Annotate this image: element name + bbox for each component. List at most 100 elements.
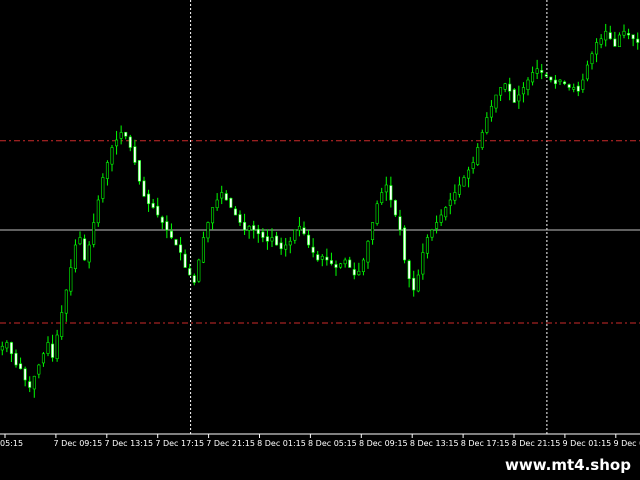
candle-body bbox=[636, 38, 640, 43]
candle-body bbox=[389, 185, 393, 201]
candle-body bbox=[151, 203, 155, 208]
candle-body bbox=[137, 160, 141, 182]
candle-body bbox=[119, 132, 123, 139]
candle-body bbox=[325, 256, 329, 261]
candle-body bbox=[599, 38, 603, 45]
candle-body bbox=[201, 237, 205, 263]
candle-body bbox=[110, 147, 114, 165]
candle-body bbox=[320, 255, 324, 260]
candle-body bbox=[224, 193, 228, 201]
candle-body bbox=[252, 225, 256, 231]
candle-body bbox=[622, 30, 626, 36]
candle-body bbox=[480, 132, 484, 148]
candle-body bbox=[526, 79, 530, 90]
candle-body bbox=[467, 169, 471, 179]
candle-body bbox=[489, 105, 493, 118]
candle-body bbox=[19, 363, 23, 370]
candle-body bbox=[627, 33, 631, 36]
candle-body bbox=[101, 177, 105, 199]
candle-body bbox=[60, 312, 64, 337]
candle-body bbox=[69, 267, 73, 292]
watermark-logo: www.mt4.shop bbox=[496, 450, 640, 480]
candle-body bbox=[499, 87, 503, 96]
candle-body bbox=[14, 353, 18, 366]
price-chart: 05:15 7 Dec 09:15 7 Dec 13:15 7 Dec 17:15 7 … bbox=[0, 0, 640, 448]
candle-body bbox=[544, 74, 548, 77]
candle-body bbox=[261, 231, 265, 238]
candle-body bbox=[494, 94, 498, 109]
candle-body bbox=[508, 83, 512, 92]
candle-body bbox=[512, 89, 516, 103]
candle-body bbox=[393, 200, 397, 216]
candle-body bbox=[425, 237, 429, 254]
candle-body bbox=[384, 184, 388, 193]
candle-body bbox=[183, 253, 187, 268]
x-tick-label: 7 Dec 13:15 bbox=[104, 439, 153, 448]
candle-body bbox=[247, 225, 251, 231]
candle-body bbox=[256, 228, 260, 235]
candle-body bbox=[453, 192, 457, 201]
candle-body bbox=[608, 32, 612, 40]
candle-body bbox=[206, 222, 210, 239]
candle-body bbox=[581, 79, 585, 90]
candle-body bbox=[563, 81, 567, 85]
candle-body bbox=[92, 222, 96, 245]
candle-body bbox=[407, 260, 411, 280]
candle-body bbox=[558, 79, 562, 83]
candle-body bbox=[220, 192, 224, 199]
candle-body bbox=[265, 236, 269, 242]
candle-body bbox=[613, 38, 617, 47]
candle-body bbox=[142, 180, 146, 197]
candle-body bbox=[297, 225, 301, 231]
candle-body bbox=[485, 117, 489, 133]
candle-body bbox=[444, 207, 448, 218]
x-tick-label: 9 Dec 01:15 bbox=[563, 439, 612, 448]
candle-body bbox=[288, 240, 292, 246]
candle-body bbox=[275, 235, 279, 246]
candle-body bbox=[311, 246, 315, 253]
candle-body bbox=[604, 30, 608, 41]
candle-body bbox=[165, 221, 169, 231]
candle-body bbox=[517, 94, 521, 102]
candle-body bbox=[51, 343, 55, 358]
candle-body bbox=[348, 259, 352, 268]
candle-body bbox=[357, 270, 361, 276]
candle-body bbox=[128, 136, 132, 148]
candle-body bbox=[549, 76, 553, 81]
candle-body bbox=[476, 147, 480, 165]
candle-body bbox=[133, 146, 137, 163]
candle-body bbox=[371, 222, 375, 240]
candle-body bbox=[197, 259, 201, 282]
candle-body bbox=[462, 177, 466, 187]
candle-body bbox=[398, 216, 402, 231]
candle-body bbox=[307, 234, 311, 246]
candle-body bbox=[572, 87, 576, 90]
candle-body bbox=[439, 214, 443, 223]
candle-body bbox=[147, 193, 151, 205]
candle-body bbox=[105, 162, 109, 179]
candle-body bbox=[302, 227, 306, 235]
x-tick-label: 8 Dec 17:15 bbox=[461, 439, 510, 448]
candle-body bbox=[412, 277, 416, 291]
candle-body bbox=[293, 229, 297, 241]
x-tick-label: 9 Dec 05:15 bbox=[613, 439, 640, 448]
candle-body bbox=[169, 230, 173, 238]
candle-body bbox=[87, 244, 91, 263]
candle-body bbox=[215, 199, 219, 209]
candle-body bbox=[595, 42, 599, 55]
candle-body bbox=[521, 87, 525, 95]
candle-body bbox=[156, 205, 160, 216]
candle-body bbox=[339, 263, 343, 268]
candle-body bbox=[0, 345, 4, 351]
candle-body bbox=[343, 259, 347, 265]
candle-body bbox=[41, 353, 45, 364]
candle-body bbox=[631, 34, 635, 40]
candle-body bbox=[553, 79, 557, 85]
candle-body bbox=[416, 274, 420, 292]
candle-body bbox=[334, 264, 338, 268]
candle-body bbox=[316, 254, 320, 261]
candle-body bbox=[531, 72, 535, 83]
candle-body bbox=[211, 207, 215, 224]
candle-body bbox=[37, 364, 41, 375]
candle-body bbox=[5, 342, 9, 349]
